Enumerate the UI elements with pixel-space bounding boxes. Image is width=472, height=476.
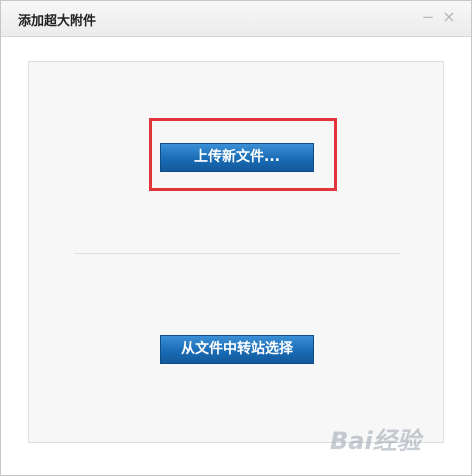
attachment-options-panel: 上传新文件... 从文件中转站选择	[28, 61, 444, 443]
minimize-icon[interactable]: −	[421, 10, 435, 25]
divider	[74, 253, 400, 254]
dialog-title: 添加超大附件	[18, 14, 97, 29]
add-large-attachment-dialog: 添加超大附件 − × 上传新文件... 从文件中转站选择	[0, 0, 472, 476]
baidu-jingyan-watermark: Bai经验	[330, 415, 470, 470]
close-icon[interactable]: ×	[442, 9, 456, 25]
dialog-titlebar: 添加超大附件 − ×	[1, 1, 471, 37]
upload-new-file-button[interactable]: 上传新文件...	[160, 143, 314, 172]
select-from-transfer-station-button[interactable]: 从文件中转站选择	[160, 335, 314, 364]
watermark-text: Bai经验	[330, 427, 421, 455]
